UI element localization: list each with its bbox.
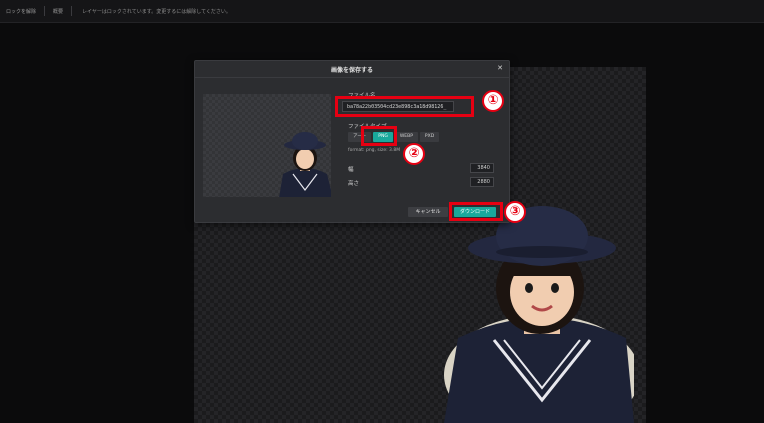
dialog-header: 画像を保存する ✕ — [195, 61, 509, 78]
save-image-dialog: 画像を保存する ✕ ファイル名 ba78a22b03504cd23e898c3a… — [194, 60, 510, 223]
dialog-title: 画像を保存する — [330, 67, 373, 74]
canvas-subject-image — [444, 206, 634, 423]
detail-button[interactable]: 概要 — [47, 0, 69, 22]
width-label: 幅 — [348, 167, 354, 173]
preview-subject-image — [279, 132, 331, 197]
highlight-box-filename — [335, 96, 474, 117]
filetype-option-webp[interactable]: WEBP — [394, 132, 418, 142]
lock-message: レイヤーはロックされています。変更するには解除してください。 — [82, 8, 231, 15]
toolbar-divider — [44, 6, 46, 16]
highlight-box-download — [449, 202, 503, 221]
toolbar-divider — [71, 6, 73, 16]
filetype-option-pxd[interactable]: PXD — [419, 132, 440, 142]
step-marker-2: ② — [403, 143, 425, 165]
height-input[interactable]: 2880 — [470, 177, 494, 187]
top-toolbar: ロックを解除 概要 レイヤーはロックされています。変更するには解除してください。 — [0, 0, 764, 23]
format-info: format: png, size: 3.8M — [348, 148, 401, 153]
highlight-box-png — [361, 126, 397, 146]
height-label: 高さ — [348, 181, 360, 187]
unlock-button[interactable]: ロックを解除 — [0, 0, 42, 22]
image-preview — [203, 94, 331, 197]
cancel-button[interactable]: キャンセル — [408, 207, 448, 217]
width-input[interactable]: 3840 — [470, 163, 494, 173]
close-icon[interactable]: ✕ — [497, 64, 503, 72]
step-marker-3: ③ — [504, 201, 526, 223]
step-marker-1: ① — [482, 90, 504, 112]
